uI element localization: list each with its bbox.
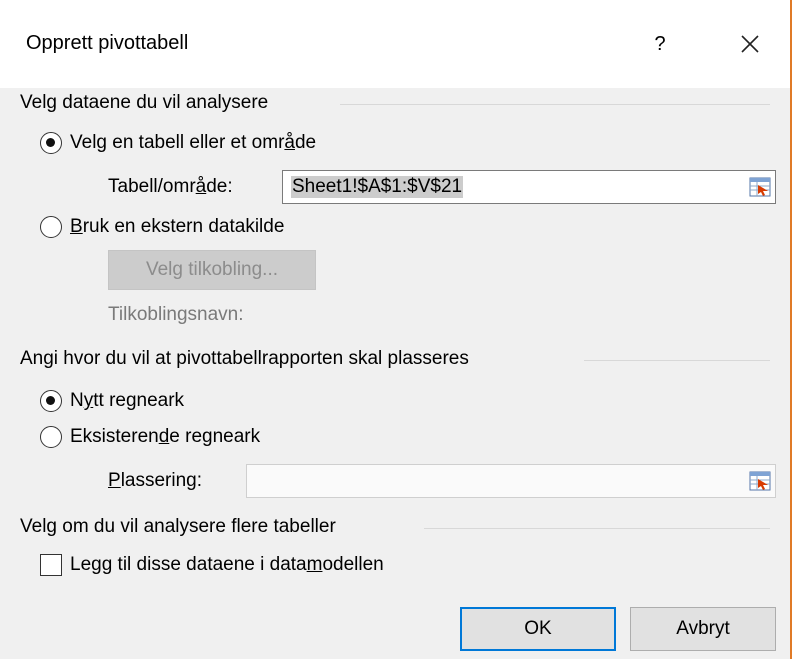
title-bar: Opprett pivottabell ? [0, 0, 790, 88]
range-picker-button[interactable] [749, 177, 771, 197]
close-icon [741, 35, 759, 53]
radio-indicator [40, 390, 62, 412]
radio-indicator [40, 426, 62, 448]
group-divider [584, 360, 770, 361]
radio-indicator [40, 132, 62, 154]
radio-external-source[interactable]: Bruk en ekstern datakilde [40, 216, 284, 238]
add-to-data-model-label: Legg til disse dataene i datamodellen [70, 554, 384, 575]
add-to-data-model-checkbox[interactable]: Legg til disse dataene i datamodellen [40, 554, 384, 576]
range-select-icon [749, 177, 771, 197]
radio-existing-worksheet-label: Eksisterende regneark [70, 426, 261, 447]
cancel-button[interactable]: Avbryt [630, 607, 776, 651]
ok-button[interactable]: OK [460, 607, 616, 651]
placement-group-label: Angi hvor du vil at pivottabellrapporten… [20, 348, 469, 369]
help-button[interactable]: ? [640, 24, 680, 64]
group-divider [424, 528, 770, 529]
location-input[interactable] [246, 464, 776, 498]
radio-new-worksheet[interactable]: Nytt regneark [40, 390, 184, 412]
location-label: Plassering: [108, 470, 203, 491]
table-range-label: Tabell/område: [108, 176, 233, 197]
checkbox-indicator [40, 554, 62, 576]
group-divider [340, 104, 770, 105]
radio-select-table-label: Velg en tabell eller et område [70, 132, 317, 153]
table-range-input[interactable]: Sheet1!$A$1:$V$21 [282, 170, 776, 204]
data-source-group-label: Velg dataene du vil analysere [20, 92, 269, 113]
radio-select-table[interactable]: Velg en tabell eller et område [40, 132, 316, 154]
radio-existing-worksheet[interactable]: Eksisterende regneark [40, 426, 260, 448]
radio-indicator [40, 216, 62, 238]
create-pivot-table-dialog: Opprett pivottabell ? Velg dataene du vi… [0, 0, 792, 659]
range-select-icon [749, 471, 771, 491]
radio-external-source-label: Bruk en ekstern datakilde [70, 216, 285, 237]
table-range-value: Sheet1!$A$1:$V$21 [291, 176, 464, 198]
close-button[interactable] [728, 22, 772, 66]
dialog-title: Opprett pivottabell [26, 32, 189, 54]
radio-new-worksheet-label: Nytt regneark [70, 390, 185, 411]
location-picker-button[interactable] [749, 471, 771, 491]
connection-name-label: Tilkoblingsnavn: [108, 304, 244, 325]
choose-connection-button: Velg tilkobling... [108, 250, 316, 290]
multiple-tables-group-label: Velg om du vil analysere flere tabeller [20, 516, 336, 537]
